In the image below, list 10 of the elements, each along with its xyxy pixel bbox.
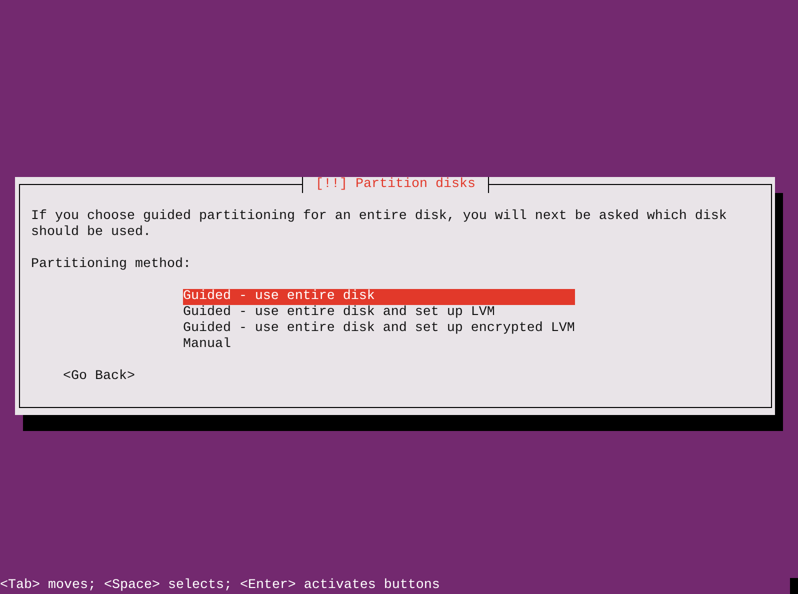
menu-option[interactable]: Guided - use entire disk and set up LVM: [182, 305, 575, 321]
dialog-message: If you choose guided partitioning for an entire disk, you will next be asked which disk should be used.: [31, 209, 728, 241]
menu-option[interactable]: Guided - use entire disk and set up encrypted LVM: [182, 321, 575, 337]
prompt-label: Partitioning method:: [31, 257, 192, 273]
dialog-title: [!!] Partition disks: [302, 177, 490, 193]
back-button[interactable]: <Go Back>: [62, 369, 135, 385]
menu-option[interactable]: Manual: [182, 337, 575, 353]
text-cursor: [790, 578, 798, 594]
menu-option[interactable]: Guided - use entire disk: [182, 289, 575, 305]
status-bar-hint: <Tab> moves; <Space> selects; <Enter> activates buttons: [0, 578, 440, 594]
